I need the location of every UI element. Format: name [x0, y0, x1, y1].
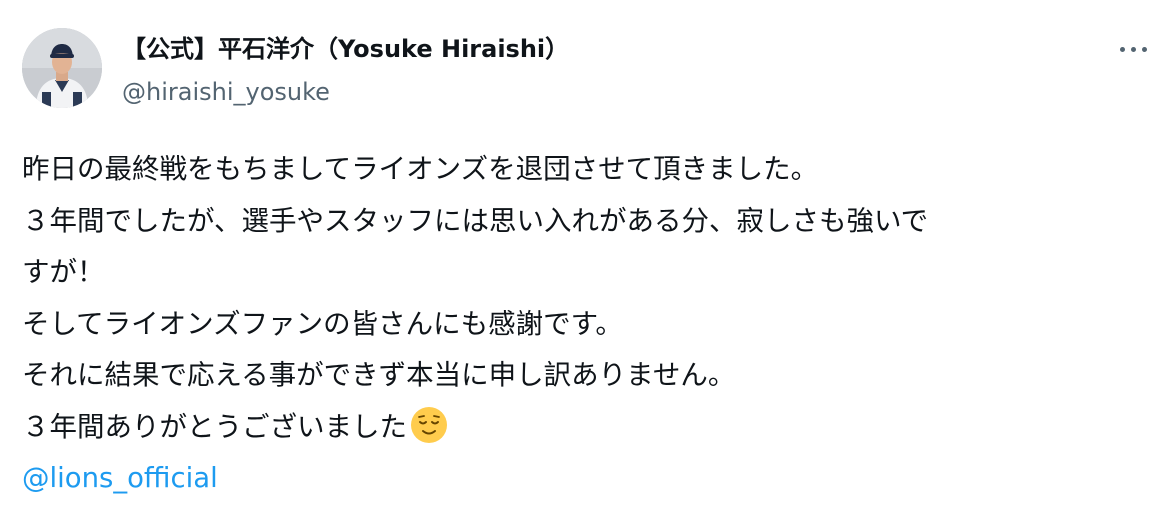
author-handle[interactable]: @hiraishi_yosuke — [122, 76, 330, 108]
more-options-icon[interactable] — [1116, 40, 1152, 60]
tweet-line: そしてライオンズファンの皆さんにも感謝です。 — [22, 307, 623, 340]
profile-photo-icon — [22, 28, 102, 108]
tweet-line-with-emoji: ３年間ありがとうございました — [22, 402, 1152, 454]
author-display-name[interactable]: 【公式】平石洋介（Yosuke Hiraishi） — [122, 33, 569, 65]
tweet-line: すが！ — [22, 256, 105, 288]
tweet-line: それに結果で応える事ができず本当に申し訳ありません。 — [22, 359, 736, 391]
tweet-line: 昨日の最終戦をもちましてライオンズを退団させて頂きました。 — [22, 153, 819, 185]
avatar[interactable] — [22, 28, 102, 108]
tweet-text: 昨日の最終戦をもちましてライオンズを退団させて頂きました。 ３年間でしたが、選手… — [22, 144, 1152, 505]
tweet-line: ３年間でしたが、選手やスタッフには思い入れがある分、寂しさも強いで — [22, 204, 929, 237]
tweet-line: ３年間ありがとうございました — [22, 410, 407, 443]
mention-link[interactable]: @lions_official — [22, 453, 1152, 505]
relieved-face-emoji-icon — [411, 406, 447, 443]
tweet-card: 【公式】平石洋介（Yosuke Hiraishi） @hiraishi_yosu… — [0, 0, 1167, 513]
